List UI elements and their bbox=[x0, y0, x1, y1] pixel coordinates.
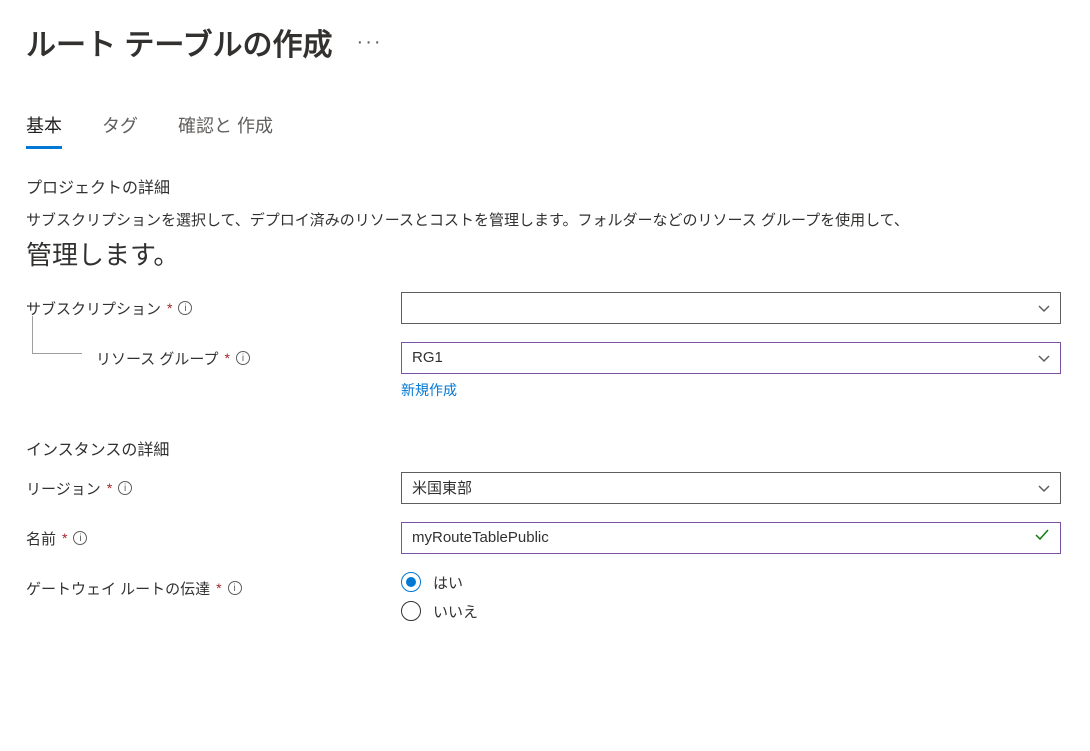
indent-line bbox=[32, 316, 82, 354]
radio-dot bbox=[406, 577, 416, 587]
name-label: 名前 * i bbox=[26, 522, 401, 549]
info-icon[interactable]: i bbox=[178, 301, 192, 315]
gateway-radio-yes[interactable]: はい bbox=[401, 572, 1061, 593]
resource-group-dropdown[interactable]: RG1 bbox=[401, 342, 1061, 374]
resource-group-label: リソース グループ * i bbox=[26, 342, 401, 369]
radio-circle bbox=[401, 601, 421, 621]
region-label-text: リージョン bbox=[26, 478, 101, 499]
gateway-yes-label: はい bbox=[433, 572, 463, 593]
required-indicator: * bbox=[167, 300, 172, 316]
chevron-down-icon bbox=[1038, 302, 1050, 314]
gateway-label-text: ゲートウェイ ルートの伝達 bbox=[26, 578, 210, 599]
more-menu-icon[interactable]: ··· bbox=[357, 31, 383, 54]
instance-details-header: インスタンスの詳細 bbox=[26, 436, 1064, 460]
gateway-radio-no[interactable]: いいえ bbox=[401, 601, 1061, 622]
name-input[interactable]: myRouteTablePublic bbox=[401, 522, 1061, 554]
tab-review-create[interactable]: 確認と 作成 bbox=[178, 112, 273, 149]
info-icon[interactable]: i bbox=[118, 481, 132, 495]
page-title: ルート テーブルの作成 bbox=[26, 20, 333, 64]
info-icon[interactable]: i bbox=[73, 531, 87, 545]
info-icon[interactable]: i bbox=[236, 351, 250, 365]
name-label-text: 名前 bbox=[26, 528, 56, 549]
required-indicator: * bbox=[225, 350, 230, 366]
gateway-radio-group: はい いいえ bbox=[401, 572, 1061, 622]
chevron-down-icon bbox=[1038, 352, 1050, 364]
region-label: リージョン * i bbox=[26, 472, 401, 499]
resource-group-label-text: リソース グループ bbox=[96, 348, 219, 369]
resource-group-value: RG1 bbox=[412, 349, 443, 366]
region-value: 米国東部 bbox=[412, 477, 472, 498]
project-description: サブスクリプションを選択して、デプロイ済みのリソースとコストを管理します。フォル… bbox=[26, 210, 1064, 233]
tab-basic[interactable]: 基本 bbox=[26, 112, 62, 149]
subscription-label: サブスクリプション * i bbox=[26, 292, 401, 319]
required-indicator: * bbox=[107, 480, 112, 496]
tab-tags[interactable]: タグ bbox=[102, 112, 138, 149]
gateway-no-label: いいえ bbox=[433, 601, 478, 622]
tabs: 基本 タグ 確認と 作成 bbox=[26, 112, 1064, 150]
subscription-dropdown[interactable] bbox=[401, 292, 1061, 324]
create-new-link[interactable]: 新規作成 bbox=[401, 380, 457, 400]
gateway-label: ゲートウェイ ルートの伝達 * i bbox=[26, 572, 401, 599]
name-value: myRouteTablePublic bbox=[412, 529, 549, 546]
project-details-header: プロジェクトの詳細 bbox=[26, 174, 1064, 198]
radio-circle bbox=[401, 572, 421, 592]
required-indicator: * bbox=[62, 530, 67, 546]
region-dropdown[interactable]: 米国東部 bbox=[401, 472, 1061, 504]
checkmark-icon bbox=[1034, 527, 1050, 548]
chevron-down-icon bbox=[1038, 482, 1050, 494]
info-icon[interactable]: i bbox=[228, 581, 242, 595]
project-description-large: 管理します。 bbox=[26, 235, 1064, 272]
required-indicator: * bbox=[216, 580, 221, 596]
